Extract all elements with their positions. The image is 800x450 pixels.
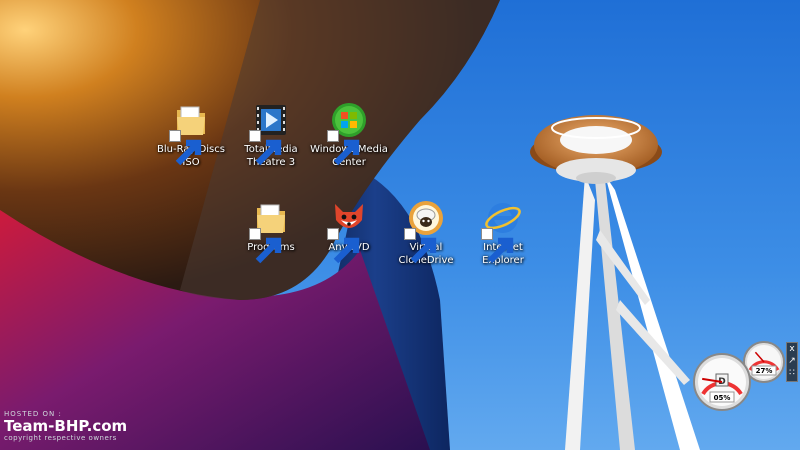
cpu-readout: 05% [714, 394, 731, 402]
shortcut-arrow-icon [327, 130, 360, 166]
cpu-dial: D 05% [693, 353, 751, 411]
desktop-icon-programs[interactable]: Programs [231, 198, 311, 264]
desktop-icon-virtual-clonedrive[interactable]: Virtual CloneDrive [386, 198, 466, 267]
desktop-icon-totalmedia-theatre-3[interactable]: TotalMedia Theatre 3 [231, 100, 311, 169]
shortcut-arrow-icon [249, 228, 282, 264]
shortcut-arrow-icon [404, 228, 437, 264]
shortcut-arrow-icon [481, 228, 514, 264]
desktop[interactable]: Blu-Ray Discs ISO TotalMedia Theatre 3 W… [0, 0, 800, 450]
desktop-icon-windows-media-center[interactable]: Windows Media Center [309, 100, 389, 169]
shortcut-arrow-icon [327, 228, 360, 264]
watermark-brand: Team-BHP.com [4, 417, 128, 435]
watermark: HOSTED ON : Team-BHP.com copyright respe… [4, 410, 127, 442]
desktop-icon-anydvd[interactable]: AnyDVD [309, 198, 389, 264]
desktop-icon-blu-ray-discs-iso[interactable]: Blu-Ray Discs ISO [151, 100, 231, 169]
shortcut-arrow-icon [249, 130, 282, 166]
memory-readout: 27% [756, 367, 773, 375]
desktop-icon-internet-explorer[interactable]: Internet Explorer [463, 198, 543, 267]
shortcut-arrow-icon [169, 130, 202, 166]
watermark-copyright: copyright respective owners [4, 434, 117, 442]
cpu-meter-gadget[interactable]: 27% D 05% [690, 336, 790, 416]
